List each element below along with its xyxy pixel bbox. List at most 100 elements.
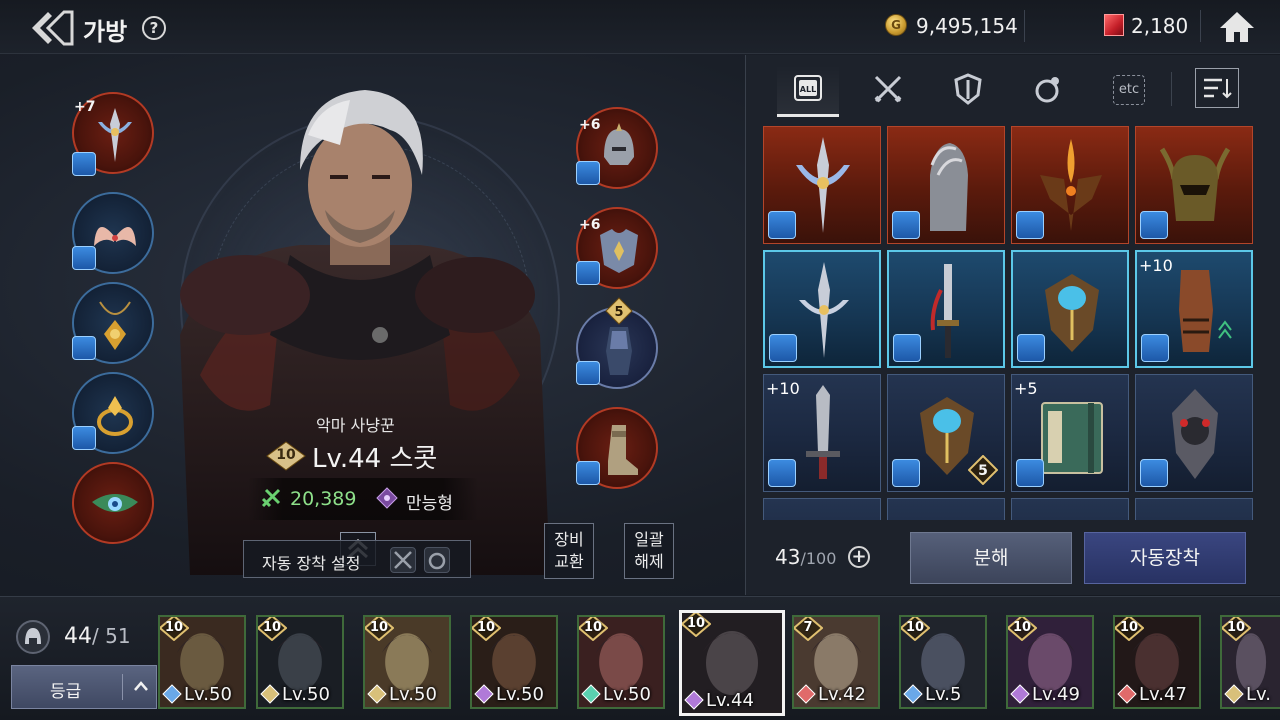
swap-equipment-label-1: 장비	[554, 530, 584, 549]
character-area: +7 +6 +6 5 악마 사냥꾼 10 Lv.44 스콧 20,389 만능형…	[0, 55, 744, 595]
tab-weapon[interactable]	[857, 65, 919, 117]
hero-tier-badge: 10	[160, 617, 190, 642]
equip-slot-boots[interactable]	[576, 407, 658, 489]
hero-card[interactable]: 10 Lv.50	[256, 615, 344, 709]
emblem-icon	[92, 494, 138, 512]
hero-role-icon	[684, 690, 704, 710]
inventory-item[interactable]: +10	[1135, 250, 1253, 368]
tier-badge: 5	[968, 455, 998, 485]
hero-card[interactable]: 10 Lv.50	[577, 615, 665, 709]
item-type-badge	[768, 459, 796, 487]
hero-tier-badge: 10	[682, 613, 712, 638]
hero-card[interactable]: 10 Lv.49	[1006, 615, 1094, 709]
orb-armor-icon	[1045, 274, 1099, 352]
katana-icon	[930, 264, 959, 358]
inventory-item[interactable]	[1135, 374, 1253, 492]
hero-tier-value: 10	[369, 620, 389, 635]
inventory-item[interactable]: +5	[1011, 374, 1129, 492]
hero-tier-value: 10	[905, 620, 925, 635]
hero-level: Lv.50	[184, 684, 232, 705]
equip-slot-weapon[interactable]: +7	[72, 92, 154, 176]
hero-card[interactable]: 10 Lv.5	[899, 615, 987, 709]
dismantle-button[interactable]: 분해	[910, 532, 1072, 584]
inventory-item[interactable]	[1135, 498, 1253, 520]
inventory-item[interactable]: 5	[887, 374, 1005, 492]
all-rounder-role-icon	[376, 487, 398, 509]
tab-accessory[interactable]	[1017, 65, 1079, 117]
auto-equip-setting-button[interactable]: 자동 장착 설정	[243, 540, 471, 578]
inventory-item[interactable]	[763, 250, 881, 368]
hero-card[interactable]: 10 Lv.50	[158, 615, 246, 709]
home-icon[interactable]	[1218, 10, 1256, 44]
auto-equip-button[interactable]: 자동장착	[1084, 532, 1246, 584]
all-tab-text: ALL	[800, 85, 816, 94]
equip-slot-helmet[interactable]: +6	[576, 107, 658, 189]
hero-card[interactable]: 10 Lv.50	[470, 615, 558, 709]
hero-role-icon	[1224, 684, 1244, 704]
inventory-item[interactable]: +10	[763, 374, 881, 492]
tab-etc[interactable]: etc	[1097, 65, 1159, 117]
armor-icon	[600, 229, 638, 273]
equip-slot-emblem[interactable]	[72, 462, 154, 544]
auto-equip-setting-label: 자동 장착 설정	[262, 554, 361, 573]
item-type-badge	[769, 334, 797, 362]
item-type-badge	[768, 211, 796, 239]
hero-tier-value: 10	[164, 620, 184, 635]
inventory-item[interactable]	[763, 498, 881, 520]
inventory-item[interactable]	[1011, 250, 1129, 368]
roster-count: 44	[64, 624, 92, 649]
crossed-swords-icon	[390, 547, 416, 573]
hero-card[interactable]: 10 Lv.50	[363, 615, 451, 709]
hero-level: Lv.44	[706, 690, 754, 711]
unequip-all-label-2: 해제	[634, 552, 664, 571]
hero-tier-value: 7	[803, 620, 813, 635]
tab-all[interactable]: ALL	[777, 65, 839, 117]
equip-slot-gloves[interactable]: 5	[576, 297, 658, 389]
hero-level-name: Lv.44 스콧	[312, 444, 438, 474]
equip-type-badge	[576, 361, 600, 385]
helmet-icon	[16, 620, 50, 654]
hero-card[interactable]: 10 Lv.47	[1113, 615, 1201, 709]
equip-slot-armor[interactable]: +6	[576, 207, 658, 289]
inventory-item[interactable]	[887, 250, 1005, 368]
page-title: 가방	[83, 18, 128, 46]
expand-inventory-button[interactable]: +	[848, 546, 870, 568]
enhance-level: +10	[766, 379, 800, 398]
tier-value: 5	[978, 463, 988, 479]
hero-role: 만능형	[406, 494, 453, 514]
inventory-item[interactable]	[887, 498, 1005, 520]
inventory-item[interactable]	[1135, 126, 1253, 244]
hero-class: 악마 사냥꾼	[316, 416, 395, 435]
sort-button[interactable]	[1195, 68, 1239, 108]
tab-armor[interactable]	[937, 65, 999, 117]
equip-slot-ring[interactable]	[72, 372, 154, 454]
hero-level: Lv.	[1246, 684, 1272, 705]
sword-icon	[806, 385, 840, 479]
help-icon[interactable]: ?	[142, 16, 166, 40]
trident-weapon-icon	[796, 137, 850, 233]
swap-equipment-button[interactable]: 장비 교환	[544, 523, 594, 579]
helmet-icon	[604, 123, 634, 165]
equip-type-badge	[576, 261, 600, 285]
etc-tab-label: etc	[1113, 75, 1145, 105]
hero-card[interactable]: 10 Lv.44	[679, 610, 785, 716]
inventory-item[interactable]	[1011, 498, 1129, 520]
hero-tier-value: 10	[476, 620, 496, 635]
grade-sort-dropdown[interactable]: 등급	[11, 665, 157, 709]
back-icon[interactable]	[30, 10, 74, 46]
tabs-divider	[1171, 72, 1172, 106]
hero-role-icon	[796, 684, 816, 704]
hero-tier-badge: 10	[258, 617, 288, 642]
trident-weapon-icon	[799, 262, 849, 358]
equip-slot-wings[interactable]	[72, 192, 154, 274]
inventory-item[interactable]	[1011, 126, 1129, 244]
equip-slot-necklace[interactable]	[72, 282, 154, 364]
hero-card[interactable]: 7 Lv.42	[792, 615, 880, 709]
hero-role-icon	[260, 684, 280, 704]
hero-card[interactable]: 10 Lv.	[1220, 615, 1280, 709]
equip-type-badge	[72, 152, 96, 176]
inventory-item[interactable]	[763, 126, 881, 244]
enhance-level: +6	[579, 217, 601, 233]
inventory-item[interactable]	[887, 126, 1005, 244]
unequip-all-button[interactable]: 일괄 해제	[624, 523, 674, 579]
